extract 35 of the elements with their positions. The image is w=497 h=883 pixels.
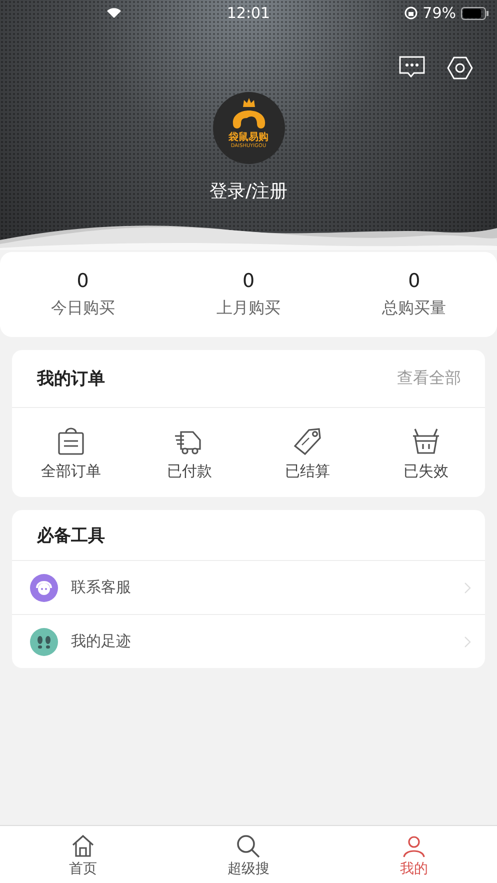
message-icon[interactable] (399, 56, 425, 78)
person-icon (401, 833, 428, 859)
order-status-link[interactable]: 已失效 (403, 462, 448, 481)
order-status-link[interactable]: 已付款 (166, 462, 212, 481)
tool-label: 联系客服 (71, 578, 132, 597)
status-time: 12:01 (226, 4, 272, 22)
tab[interactable]: 首页 (0, 826, 166, 883)
logo-name: 袋鼠易购 (228, 132, 268, 143)
stat-value: 0 (76, 270, 89, 292)
card-title: 必备工具 (37, 524, 105, 546)
battery-icon (461, 6, 489, 20)
chevron-icon (464, 636, 471, 648)
tool-row[interactable]: 联系客服 (12, 561, 485, 615)
home-icon (70, 833, 96, 859)
tab[interactable]: 我的 (331, 826, 497, 883)
tool-label: 我的足迹 (71, 632, 132, 651)
stat-label: 上月购买 (216, 298, 280, 319)
stat-label: 总购买量 (382, 298, 446, 319)
settings-icon[interactable] (447, 56, 473, 80)
stat-label: 今日购买 (50, 298, 115, 319)
tool-row[interactable]: 我的足迹 (12, 615, 485, 668)
stat-value: 0 (242, 270, 255, 292)
stat-value: 0 (408, 270, 420, 292)
battery-percent: 79% (422, 4, 456, 22)
chevron-icon (464, 582, 471, 594)
order-status-link[interactable]: 全部订单 (41, 462, 102, 481)
headset-person-icon (30, 574, 58, 602)
tab[interactable]: 超级搜 (166, 826, 332, 883)
search-icon (235, 833, 262, 859)
rotation-lock-icon (404, 6, 418, 20)
login-link[interactable]: 登录/注册 (209, 179, 288, 203)
card-title: 我的订单 (37, 368, 105, 390)
order-status-link[interactable]: 已结算 (285, 462, 330, 481)
footprints-icon (30, 628, 58, 656)
wifi-icon (106, 7, 122, 19)
